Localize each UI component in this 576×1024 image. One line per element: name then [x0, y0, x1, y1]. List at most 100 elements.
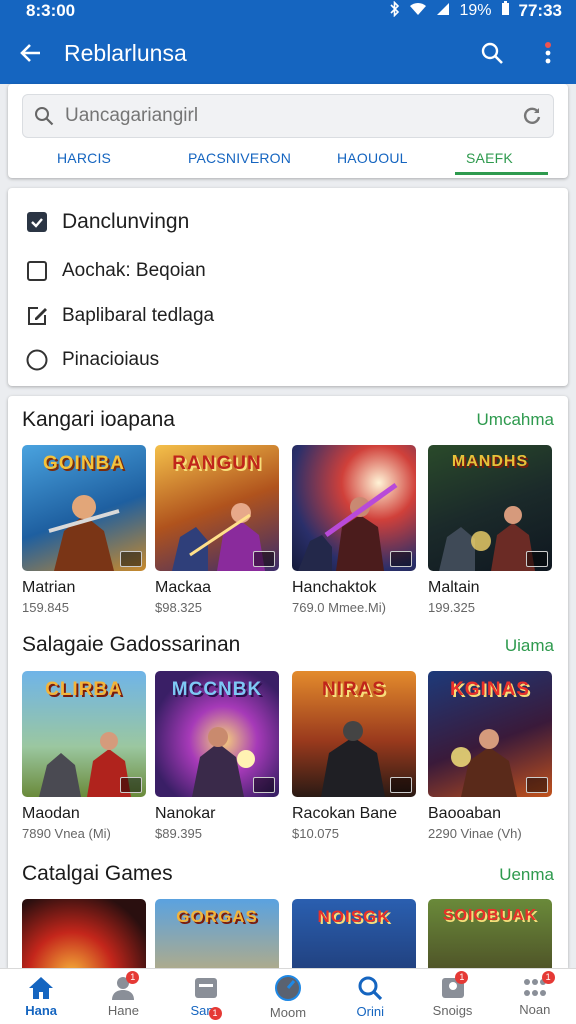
section-title: Salagaie Gadossarinan: [22, 633, 241, 656]
game-thumbnail: NIRAS: [292, 671, 416, 797]
nav-profile[interactable]: 1 Hane: [82, 969, 164, 1024]
game-name: Racokan Bane: [292, 805, 397, 822]
game-name: Matrian: [22, 579, 76, 596]
game-card[interactable]: SOIOBUAK: [428, 899, 552, 968]
filter-card: Danclunvingn Aochak: Beqoian Baplibaral …: [8, 188, 568, 386]
game-card[interactable]: GORGAS: [155, 899, 279, 968]
gauge-icon: [274, 974, 301, 1001]
search-button[interactable]: [464, 22, 520, 84]
nav-store[interactable]: 1 Sann: [165, 969, 247, 1024]
game-name: Nanokar: [155, 805, 216, 822]
checked-box-icon: [27, 212, 47, 232]
game-thumbnail: RANGUN: [155, 445, 279, 571]
rating-badge: [120, 777, 142, 793]
notification-badge: 1: [208, 1007, 222, 1020]
game-thumbnail: KGINAS: [428, 671, 552, 797]
game-card[interactable]: GOINBA Matrian 159.845: [22, 445, 146, 615]
game-card[interactable]: RANGUN Mackaa $98.325: [155, 445, 279, 615]
app-title: Reblarlunsa: [64, 39, 187, 66]
notification-badge: 1: [126, 971, 140, 984]
section-more-link[interactable]: Uenma: [499, 865, 554, 885]
section-more-link[interactable]: Uiama: [505, 636, 554, 656]
search-input[interactable]: [65, 105, 511, 127]
game-thumbnail: [292, 445, 416, 571]
game-card[interactable]: KGINAS Baooaban 2290 Vinae (Vh): [428, 671, 552, 841]
rating-badge: [120, 551, 142, 567]
game-thumbnail: GOINBA: [22, 445, 146, 571]
game-name: Hanchaktok: [292, 579, 377, 596]
filter-option-label: Aochak: Beqoian: [62, 260, 206, 281]
search-icon: [481, 42, 503, 64]
nav-home[interactable]: Hana: [0, 969, 82, 1024]
rating-badge: [526, 551, 548, 567]
filter-option-2[interactable]: Baplibaral tedlaga: [26, 305, 214, 327]
game-thumbnail: MANDHS: [428, 445, 552, 571]
battery-icon: [501, 1, 510, 21]
game-name: Mackaa: [155, 579, 212, 596]
game-sections: Kangari ioapana Umcahma GOINBA Matrian 1…: [8, 396, 568, 968]
home-icon: [29, 976, 54, 999]
nav-search[interactable]: Orini: [329, 969, 411, 1024]
game-card[interactable]: MCCNBK Nanokar $89.395: [155, 671, 279, 841]
section-more-link[interactable]: Umcahma: [477, 410, 554, 430]
tab-pacsniveron[interactable]: Pacsniveron: [188, 150, 291, 166]
rating-badge: [390, 551, 412, 567]
wifi-icon: [409, 2, 427, 21]
filter-heading-label: Danclunvingn: [62, 210, 190, 233]
game-thumbnail: CLIRBA: [22, 671, 146, 797]
radio-icon: [26, 349, 48, 371]
checkbox-icon: [27, 261, 47, 281]
filter-option-1[interactable]: Aochak: Beqoian: [26, 260, 206, 282]
tab-indicator: [455, 172, 548, 175]
search-icon: [23, 106, 65, 126]
rating-badge: [390, 777, 412, 793]
game-meta: 2290 Vinae (Vh): [428, 826, 522, 841]
nav-settings[interactable]: 1 Snoigs: [411, 969, 493, 1024]
arrow-back-icon: [20, 44, 40, 62]
battery-percent: 19%: [459, 2, 492, 19]
game-meta: 159.845: [22, 600, 69, 615]
search-card: HARCIS Pacsniveron Haououl SAEFK: [8, 84, 568, 178]
nav-more[interactable]: 1 Noan: [494, 969, 576, 1024]
game-card[interactable]: MANDHS Maltain 199.325: [428, 445, 552, 615]
bluetooth-icon: [390, 0, 400, 22]
tab-harcis[interactable]: HARCIS: [57, 150, 111, 166]
status-bar: 8:3:00 19% 77:33: [0, 0, 576, 22]
more-vert-icon: [545, 42, 551, 64]
game-thumbnail: MCCNBK: [155, 671, 279, 797]
back-button[interactable]: [0, 22, 62, 84]
game-meta: $98.325: [155, 600, 202, 615]
game-meta: 769.0 Mmee.Mi): [292, 600, 386, 615]
section-title: Kangari ioapana: [22, 408, 175, 431]
game-meta: $89.395: [155, 826, 202, 841]
game-card[interactable]: NIRAS Racokan Bane $10.075: [292, 671, 416, 841]
game-name: Maltain: [428, 579, 480, 596]
game-name: Maodan: [22, 805, 80, 822]
game-thumbnail: GORGAS: [155, 899, 279, 968]
game-thumbnail: [22, 899, 146, 968]
game-card[interactable]: CLIRBA Maodan 7890 Vnea (Mi): [22, 671, 146, 841]
game-card[interactable]: Hanchaktok 769.0 Mmee.Mi): [292, 445, 416, 615]
app-bar: Reblarlunsa: [0, 22, 576, 84]
game-thumbnail: SOIOBUAK: [428, 899, 552, 968]
notification-badge: 1: [455, 971, 469, 984]
search-bar[interactable]: [22, 94, 554, 138]
game-meta: $10.075: [292, 826, 339, 841]
filter-option-label: Pinacioiaus: [62, 349, 160, 370]
section-title: Catalgai Games: [22, 862, 173, 885]
game-card[interactable]: NOISGK: [292, 899, 416, 968]
status-time: 8:3:00: [26, 1, 76, 20]
rating-badge: [253, 551, 275, 567]
refresh-icon[interactable]: [511, 106, 553, 126]
nav-speed[interactable]: Moom: [247, 969, 329, 1024]
notification-badge: 1: [541, 971, 555, 984]
signal-icon: [436, 2, 450, 21]
game-card[interactable]: [22, 899, 146, 968]
tab-saefk[interactable]: SAEFK: [466, 150, 513, 166]
game-name: Baooaban: [428, 805, 501, 822]
store-icon: [194, 977, 217, 998]
filter-option-3[interactable]: Pinacioiaus: [26, 349, 159, 371]
more-button[interactable]: [520, 22, 576, 84]
tab-haououl[interactable]: Haououl: [337, 150, 408, 166]
filter-heading[interactable]: Danclunvingn: [26, 210, 189, 234]
